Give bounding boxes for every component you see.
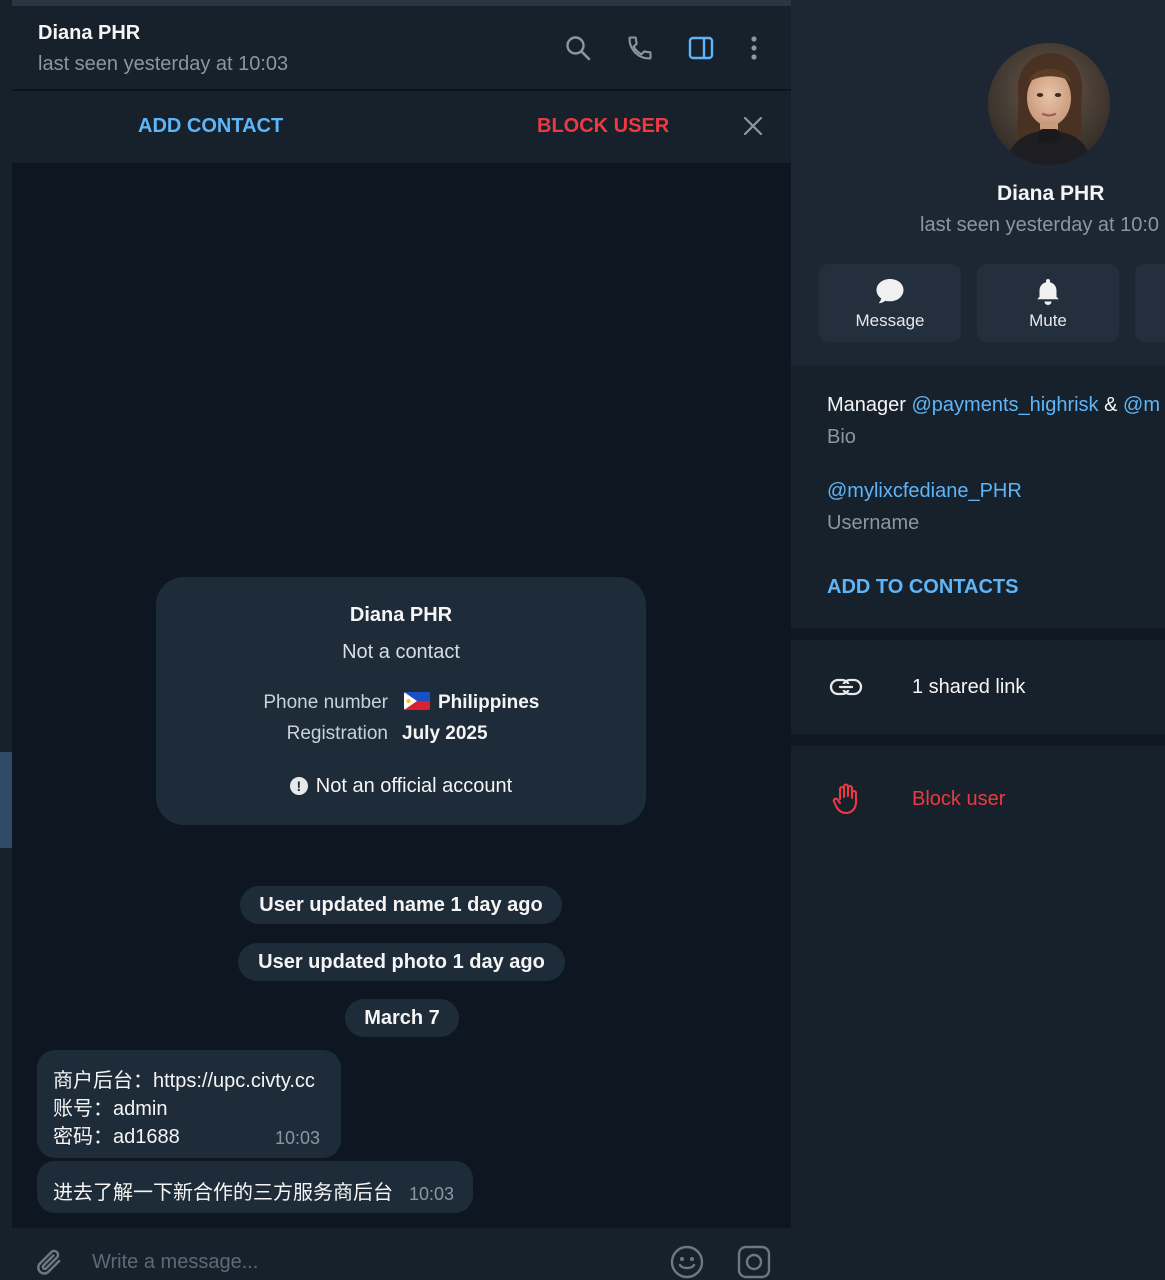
message-text: 商户后台：https://upc.civty.cc xyxy=(53,1070,315,1092)
profile-panel: Diana PHR last seen yesterday at 10:0 Me… xyxy=(791,0,1165,1280)
warning-icon: ! xyxy=(289,777,308,795)
block-user-button[interactable]: BLOCK USER xyxy=(537,115,669,138)
message-time: 10:03 xyxy=(409,1184,455,1204)
registration-value: July 2025 xyxy=(402,723,488,744)
link-icon xyxy=(829,670,863,704)
mention-link[interactable]: @payments_highrisk xyxy=(912,394,1099,416)
official-account-warning: ! Not an official account xyxy=(156,775,646,798)
chat-header[interactable]: Diana PHR last seen yesterday at 10:03 xyxy=(12,6,791,90)
more-vertical-icon[interactable] xyxy=(738,32,770,64)
chat-status: last seen yesterday at 10:03 xyxy=(38,53,289,75)
sidebar-toggle-icon[interactable] xyxy=(685,32,717,64)
emoji-icon[interactable] xyxy=(669,1244,705,1280)
phone-label: Phone number xyxy=(263,692,388,713)
attach-icon[interactable] xyxy=(34,1246,66,1280)
username-value[interactable]: @mylixcfediane_PHR xyxy=(827,480,1022,503)
message-bubble[interactable]: 进去了解一下新合作的三方服务商后台 10:03 xyxy=(37,1161,473,1213)
block-user-row[interactable]: Block user xyxy=(791,746,1165,850)
bell-icon xyxy=(977,276,1119,306)
bio-label: Bio xyxy=(827,426,856,448)
more-actions-button[interactable] xyxy=(1135,264,1165,342)
mute-button[interactable]: Mute xyxy=(977,264,1119,342)
message-input[interactable]: Write a message... xyxy=(92,1251,258,1274)
mute-button-label: Mute xyxy=(1029,311,1067,330)
message-text: 进去了解一下新合作的三方服务商后台 xyxy=(53,1182,393,1204)
service-message: User updated photo 1 day ago xyxy=(238,943,565,981)
message-icon xyxy=(819,276,961,306)
avatar[interactable] xyxy=(988,43,1110,165)
message-text: 密码：ad1688 xyxy=(53,1126,180,1148)
profile-name: Diana PHR xyxy=(997,182,1105,205)
add-contact-button[interactable]: ADD CONTACT xyxy=(138,115,283,138)
info-card-name: Diana PHR xyxy=(349,604,453,626)
add-to-contacts-button[interactable]: ADD TO CONTACTS xyxy=(827,576,1018,599)
message-composer: Write a message... xyxy=(12,1228,791,1280)
date-separator: March 7 xyxy=(345,999,459,1037)
hand-stop-icon xyxy=(829,782,863,816)
shared-links-row[interactable]: 1 shared link xyxy=(791,640,1165,734)
mention-link[interactable]: @m xyxy=(1123,394,1160,416)
close-icon[interactable] xyxy=(738,111,768,141)
message-button[interactable]: Message xyxy=(819,264,961,342)
active-chat-indicator xyxy=(0,752,12,848)
bio-text: Manager @payments_highrisk & @m xyxy=(827,394,1160,416)
block-user-label: Block user xyxy=(912,788,1006,810)
phone-icon[interactable] xyxy=(624,32,656,64)
service-message: User updated name 1 day ago xyxy=(240,886,562,924)
profile-status: last seen yesterday at 10:0 xyxy=(920,214,1160,236)
message-button-label: Message xyxy=(855,311,925,330)
left-gutter xyxy=(0,0,12,1280)
message-text: 账号：admin xyxy=(53,1098,168,1120)
info-card-subtitle: Not a contact xyxy=(342,641,460,663)
camera-icon[interactable] xyxy=(736,1244,772,1280)
message-time: 10:03 xyxy=(275,1128,321,1148)
registration-label: Registration xyxy=(286,723,388,744)
message-bubble[interactable]: 商户后台：https://upc.civty.cc 账号：admin 密码：ad… xyxy=(37,1050,341,1158)
chat-title[interactable]: Diana PHR xyxy=(38,22,140,45)
contact-info-card: Diana PHR Not a contact Phone number Phi… xyxy=(156,577,646,825)
section-divider xyxy=(791,628,1165,640)
section-divider xyxy=(791,734,1165,746)
shared-links-label: 1 shared link xyxy=(912,676,1026,698)
phone-value: Philippines xyxy=(404,692,539,714)
search-icon[interactable] xyxy=(562,32,594,64)
contact-action-bar: ADD CONTACT BLOCK USER xyxy=(12,91,791,163)
profile-header: Diana PHR last seen yesterday at 10:0 Me… xyxy=(791,0,1165,366)
chat-area: Diana PHR last seen yesterday at 10:03 A… xyxy=(12,0,791,1280)
username-label: Username xyxy=(827,512,920,534)
philippines-flag-icon xyxy=(404,692,430,710)
